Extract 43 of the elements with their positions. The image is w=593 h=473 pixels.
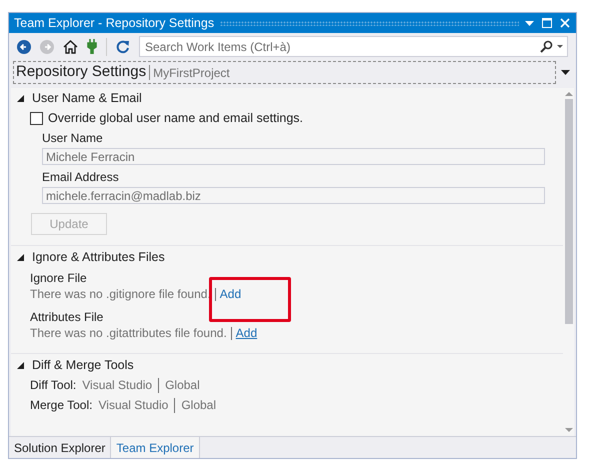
file-label: Attributes File (30, 310, 104, 325)
search-box[interactable]: Search Work Items (Ctrl+à) (139, 36, 568, 57)
tool-value: Visual Studio (98, 398, 168, 413)
plug-icon[interactable] (87, 39, 97, 54)
section-title[interactable]: Diff & Merge Tools (32, 358, 134, 373)
text-field[interactable]: michele.ferracin@madlab.biz (42, 187, 545, 204)
scroll-down-icon[interactable] (564, 428, 572, 432)
back-icon[interactable] (17, 40, 31, 54)
maximize-icon[interactable] (542, 18, 552, 28)
dropdown-icon[interactable] (557, 45, 563, 48)
expanded-triangle-icon[interactable] (17, 254, 24, 261)
page-title: Repository Settings (16, 62, 146, 82)
dropdown-icon[interactable] (561, 70, 570, 75)
add-link[interactable]: Add (236, 326, 258, 340)
page-header[interactable]: Repository Settings MyFirstProject (13, 61, 556, 84)
tool-value: Visual Studio (82, 378, 152, 393)
field-label: User Name (42, 131, 104, 146)
text-field[interactable]: Michele Ferracin (42, 148, 545, 165)
tool-label: Diff Tool: (30, 378, 76, 393)
refresh-icon[interactable] (116, 40, 130, 54)
checkbox[interactable] (30, 112, 43, 125)
tool-label: Merge Tool: (30, 398, 92, 413)
search-field[interactable]: Search Work Items (Ctrl+à) (145, 38, 540, 56)
search-icon[interactable] (540, 40, 553, 53)
checkbox-label: Override global user name and email settings. (48, 111, 303, 126)
section-title[interactable]: User Name & Email (32, 91, 142, 106)
expanded-triangle-icon[interactable] (17, 362, 24, 369)
tool-scope: Global (181, 398, 216, 413)
status-message: There was no .gitattributes file found. (30, 326, 227, 341)
window-title: Team Explorer - Repository Settings (14, 14, 214, 32)
section-title[interactable]: Ignore & Attributes Files (32, 250, 165, 265)
home-icon[interactable] (63, 40, 78, 54)
status-message: There was no .gitignore file found. (30, 287, 211, 302)
close-icon[interactable] (560, 18, 570, 28)
field-label: Email Address (42, 170, 120, 185)
expanded-triangle-icon[interactable] (17, 95, 24, 102)
file-label: Ignore File (30, 271, 88, 286)
project-name: MyFirstProject (153, 64, 230, 82)
tool-scope: Global (165, 378, 200, 393)
tab[interactable]: Team Explorer (111, 437, 200, 458)
add-link[interactable]: Add (220, 287, 242, 301)
scroll-up-icon[interactable] (564, 92, 572, 96)
forward-icon (40, 40, 54, 54)
